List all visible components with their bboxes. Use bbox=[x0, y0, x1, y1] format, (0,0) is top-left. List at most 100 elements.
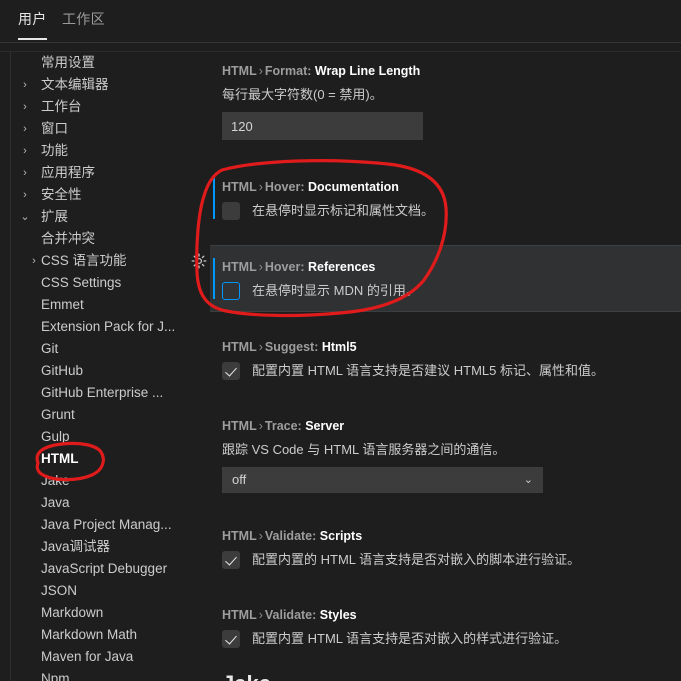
toc-item-label: Java调试器 bbox=[41, 539, 111, 554]
setting-prefix: HTML bbox=[222, 180, 257, 194]
suggest-html5-checkbox[interactable] bbox=[222, 362, 240, 380]
setting-prefix: HTML bbox=[222, 260, 257, 274]
setting-row-hover-documentation[interactable]: HTML › Hover: Documentation 在悬停时显示标记和属性文档。 bbox=[210, 166, 681, 231]
setting-description: 配置内置的 HTML 语言支持是否对嵌入的脚本进行验证。 bbox=[252, 552, 581, 567]
toc-item--[interactable]: › 窗口 bbox=[0, 118, 210, 140]
toc-item--[interactable]: › 工作台 bbox=[0, 96, 210, 118]
toc-item--[interactable]: › 安全性 bbox=[0, 184, 210, 206]
toc-item-label: 安全性 bbox=[41, 187, 82, 202]
toc-item-css-[interactable]: › CSS 语言功能 bbox=[0, 250, 210, 272]
chevron-right-icon[interactable]: › bbox=[18, 96, 32, 118]
setting-checkbox-row: 配置内置 HTML 语言支持是否建议 HTML5 标记、属性和值。 bbox=[222, 361, 667, 381]
setting-key: Documentation bbox=[307, 180, 399, 194]
toc-item-java[interactable]: Java bbox=[0, 492, 210, 514]
toc-item--[interactable]: › 文本编辑器 bbox=[0, 74, 210, 96]
toc-item-npm[interactable]: Npm bbox=[0, 668, 210, 681]
settings-list[interactable]: HTML › Format: Wrap Line Length 每行最大字符数(0 … bbox=[210, 52, 681, 681]
toc-item-markdown-math[interactable]: Markdown Math bbox=[0, 624, 210, 646]
toc-item-java-project-manag-[interactable]: Java Project Manag... bbox=[0, 514, 210, 536]
toc-item-emmet[interactable]: Emmet bbox=[0, 294, 210, 316]
chevron-right-icon[interactable]: › bbox=[18, 162, 32, 184]
toc-item-extension-pack-for-j-[interactable]: Extension Pack for J... bbox=[0, 316, 210, 338]
setting-row-validate-scripts[interactable]: HTML › Validate: Scripts 配置内置的 HTML 语言支持是否… bbox=[210, 515, 681, 580]
toc-item-git[interactable]: Git bbox=[0, 338, 210, 360]
tab-workspace[interactable]: 工作区 bbox=[62, 10, 105, 38]
toc-item-github[interactable]: GitHub bbox=[0, 360, 210, 382]
setting-prefix: HTML bbox=[222, 529, 257, 543]
setting-description: 在悬停时显示标记和属性文档。 bbox=[252, 203, 435, 218]
gear-icon[interactable] bbox=[191, 253, 207, 269]
setting-checkbox-row: 在悬停时显示标记和属性文档。 bbox=[222, 201, 667, 221]
toc-item--[interactable]: › 功能 bbox=[0, 140, 210, 162]
toc-item--[interactable]: 常用设置 bbox=[0, 52, 210, 74]
validate-scripts-checkbox[interactable] bbox=[222, 551, 240, 569]
toc-item-label: GitHub bbox=[41, 363, 84, 378]
toc-item-label: Java bbox=[41, 495, 70, 510]
toc-item-javascript-debugger[interactable]: JavaScript Debugger bbox=[0, 558, 210, 580]
toc-item-label: HTML bbox=[41, 451, 79, 466]
toc-item-java-[interactable]: Java调试器 bbox=[0, 536, 210, 558]
validate-styles-checkbox[interactable] bbox=[222, 630, 240, 648]
setting-checkbox-row: 配置内置的 HTML 语言支持是否对嵌入的脚本进行验证。 bbox=[222, 550, 667, 570]
setting-row-validate-styles[interactable]: HTML › Validate: Styles 配置内置 HTML 语言支持是否对嵌… bbox=[210, 594, 681, 659]
toolbar-strip bbox=[0, 43, 681, 52]
setting-title: HTML › Suggest: Html5 bbox=[222, 338, 667, 356]
toc-item-html[interactable]: HTML bbox=[0, 448, 210, 470]
wrap-line-length-input[interactable] bbox=[222, 112, 423, 140]
tab-user[interactable]: 用户 bbox=[18, 10, 47, 40]
chevron-right-icon[interactable]: › bbox=[27, 250, 41, 272]
setting-checkbox-row: 配置内置 HTML 语言支持是否对嵌入的样式进行验证。 bbox=[222, 629, 667, 649]
chevron-right-icon[interactable]: › bbox=[18, 184, 32, 206]
setting-category: Hover: bbox=[264, 260, 305, 274]
section-heading-jake: Jake bbox=[210, 659, 681, 681]
setting-separator-icon: › bbox=[258, 419, 263, 433]
setting-row-wrap-line-length[interactable]: HTML › Format: Wrap Line Length 每行最大字符数(0 … bbox=[210, 52, 681, 150]
setting-key: References bbox=[307, 260, 376, 274]
chevron-right-icon[interactable]: › bbox=[18, 74, 32, 96]
toc-item-label: 窗口 bbox=[41, 121, 68, 136]
setting-prefix: HTML bbox=[222, 608, 257, 622]
toc-item--[interactable]: 合并冲突 bbox=[0, 228, 210, 250]
chevron-right-icon[interactable]: › bbox=[18, 118, 32, 140]
setting-description: 跟踪 VS Code 与 HTML 语言服务器之间的通信。 bbox=[222, 442, 506, 457]
toc-item-maven-for-java[interactable]: Maven for Java bbox=[0, 646, 210, 668]
modified-indicator bbox=[213, 258, 215, 299]
setting-key: Html5 bbox=[321, 340, 357, 354]
toc-item-label: 功能 bbox=[41, 143, 68, 158]
toc-item-label: Maven for Java bbox=[41, 649, 134, 664]
toc-item--[interactable]: ⌄ 扩展 bbox=[0, 206, 210, 228]
hover-references-checkbox[interactable] bbox=[222, 282, 240, 300]
chevron-down-icon[interactable]: ⌄ bbox=[18, 206, 32, 228]
setting-title: HTML › Hover: References bbox=[222, 258, 667, 276]
toc-item--[interactable]: › 应用程序 bbox=[0, 162, 210, 184]
toc-item-jake[interactable]: Jake bbox=[0, 470, 210, 492]
setting-title: HTML › Hover: Documentation bbox=[222, 178, 667, 196]
setting-category: Validate: bbox=[264, 529, 317, 543]
setting-title: HTML › Trace: Server bbox=[222, 417, 667, 435]
setting-row-suggest-html5[interactable]: HTML › Suggest: Html5 配置内置 HTML 语言支持是否建议 H… bbox=[210, 326, 681, 391]
toc-item-json[interactable]: JSON bbox=[0, 580, 210, 602]
toc-item-label: Git bbox=[41, 341, 59, 356]
setting-title: HTML › Validate: Scripts bbox=[222, 527, 667, 545]
modified-indicator bbox=[213, 178, 215, 219]
toc-item-label: Grunt bbox=[41, 407, 75, 422]
setting-key: Server bbox=[305, 419, 345, 433]
trace-server-select[interactable]: off ⌄ bbox=[222, 467, 543, 493]
toc-item-css-settings[interactable]: CSS Settings bbox=[0, 272, 210, 294]
setting-row-trace-server[interactable]: HTML › Trace: Server 跟踪 VS Code 与 HTML 语言服… bbox=[210, 405, 681, 503]
setting-row-hover-references[interactable]: HTML › Hover: References 在悬停时显示 MDN 的引用。 bbox=[210, 245, 681, 312]
setting-prefix: HTML bbox=[222, 64, 257, 78]
setting-key: Styles bbox=[319, 608, 357, 622]
toc-item-label: JSON bbox=[41, 583, 78, 598]
toc-item-gulp[interactable]: Gulp bbox=[0, 426, 210, 448]
setting-separator-icon: › bbox=[258, 340, 263, 354]
toc-item-grunt[interactable]: Grunt bbox=[0, 404, 210, 426]
toc-item-markdown[interactable]: Markdown bbox=[0, 602, 210, 624]
toc-item-label: JavaScript Debugger bbox=[41, 561, 168, 576]
toc-item-github-enterprise-[interactable]: GitHub Enterprise ... bbox=[0, 382, 210, 404]
setting-category: Trace: bbox=[264, 419, 302, 433]
chevron-down-icon: ⌄ bbox=[523, 474, 533, 486]
chevron-right-icon[interactable]: › bbox=[18, 140, 32, 162]
settings-toc[interactable]: 常用设置 › 文本编辑器 › 工作台 › 窗口 › 功能 › 应用程序 › 安全性 ⌄ 扩展 合并冲突 › CSS… bbox=[0, 52, 210, 681]
hover-documentation-checkbox[interactable] bbox=[222, 202, 240, 220]
